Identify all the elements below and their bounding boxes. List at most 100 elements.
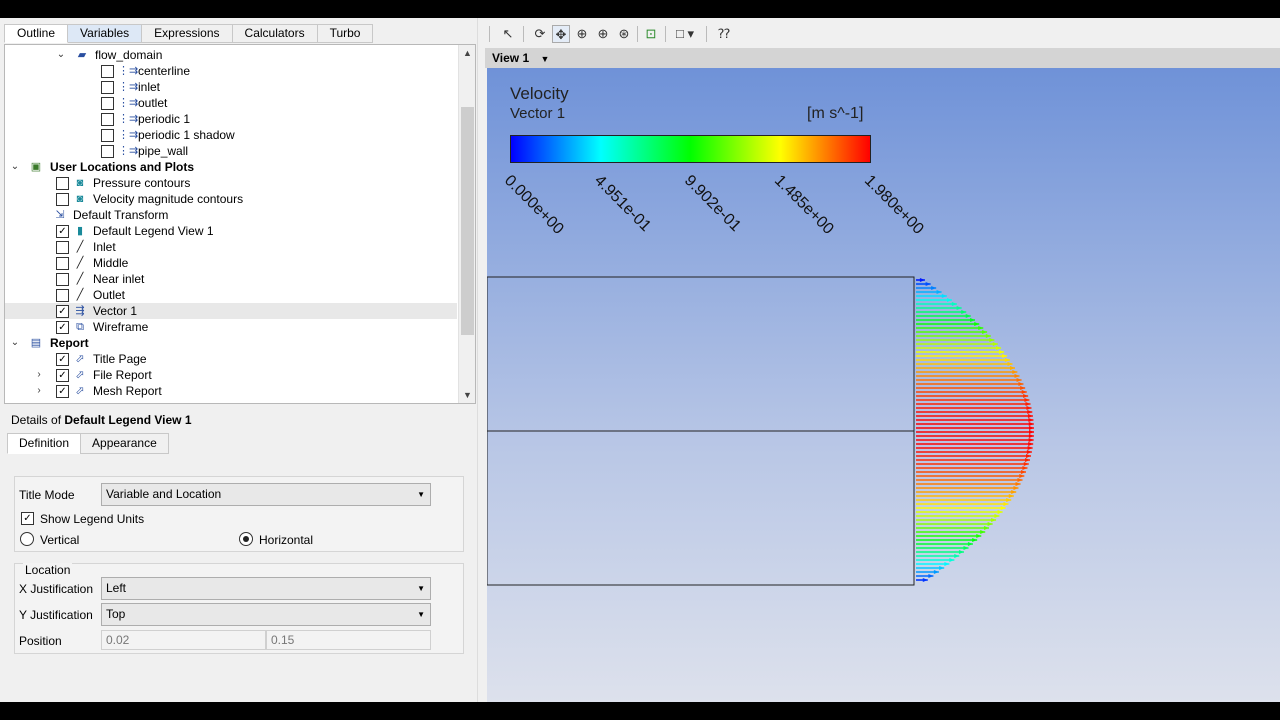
- tree-item-user-locations[interactable]: ⌄ ▣ User Locations and Plots: [5, 159, 457, 175]
- zoom-icon[interactable]: ⊕: [573, 25, 591, 43]
- collapse-icon[interactable]: ⌄: [9, 159, 21, 175]
- visibility-checkbox[interactable]: [101, 65, 114, 78]
- velocity-vector-head: [989, 338, 995, 342]
- tree-item-outlet-line[interactable]: ╱ Outlet: [5, 287, 457, 303]
- tab-definition[interactable]: Definition: [7, 433, 82, 454]
- visibility-checkbox[interactable]: [56, 241, 69, 254]
- tree-item-inlet[interactable]: ⋮⇉ inlet: [5, 79, 457, 95]
- x-justification-label: X Justification: [19, 582, 94, 596]
- collapse-icon[interactable]: ⌄: [55, 47, 67, 63]
- x-justification-select[interactable]: Left ▼: [101, 577, 431, 600]
- tree-scrollbar[interactable]: ▲ ▼: [458, 45, 475, 403]
- tree-item-pressure-contours[interactable]: ◙ Pressure contours: [5, 175, 457, 191]
- visibility-checkbox[interactable]: [56, 177, 69, 190]
- tab-variables[interactable]: Variables: [68, 24, 143, 43]
- tab-turbo[interactable]: Turbo: [317, 24, 374, 43]
- velocity-vector-head: [963, 546, 969, 550]
- scroll-down-icon[interactable]: ▼: [459, 387, 475, 403]
- panel-splitter[interactable]: [477, 18, 485, 702]
- tree-item-inlet-line[interactable]: ╱ Inlet: [5, 239, 457, 255]
- visibility-checkbox[interactable]: ✓: [56, 369, 69, 382]
- velocity-vector-head: [925, 282, 931, 286]
- velocity-vector-head: [954, 554, 960, 558]
- chevron-down-icon[interactable]: ▼: [540, 54, 549, 64]
- rotate-icon[interactable]: ⟳: [531, 25, 549, 43]
- chevron-down-icon: ▼: [417, 610, 425, 619]
- velocity-vector-head: [978, 326, 984, 330]
- velocity-vector-head: [1023, 394, 1029, 398]
- visibility-checkbox[interactable]: [101, 129, 114, 142]
- tree-item-report[interactable]: ⌄ ▤ Report: [5, 335, 457, 351]
- line-icon: ╱: [76, 289, 84, 301]
- probe-icon[interactable]: ⁇: [715, 25, 733, 43]
- show-units-checkbox[interactable]: ✓: [21, 512, 34, 525]
- collapse-icon[interactable]: ⌄: [9, 335, 21, 351]
- velocity-vector-head: [1013, 486, 1019, 490]
- tree-item-periodic-1[interactable]: ⋮⇉ periodic 1: [5, 111, 457, 127]
- tree-item-file-report[interactable]: › ✓ ⬀ File Report: [5, 367, 457, 383]
- folder-icon: ▣: [30, 161, 42, 173]
- vertical-radio[interactable]: [20, 532, 34, 546]
- tree-item-flow-domain[interactable]: ⌄ ▰ flow_domain: [5, 47, 457, 63]
- outline-tree: ⌄ ▰ flow_domain ⋮⇉ centerline ⋮⇉ inlet ⋮…: [4, 44, 476, 404]
- visibility-checkbox[interactable]: ✓: [56, 321, 69, 334]
- velocity-vector-head: [922, 578, 928, 582]
- select-pointer-icon[interactable]: ↖: [499, 25, 517, 43]
- velocity-vector-head: [1028, 442, 1034, 446]
- visibility-checkbox[interactable]: [101, 113, 114, 126]
- tree-item-near-inlet[interactable]: ╱ Near inlet: [5, 271, 457, 287]
- zoom-box-icon[interactable]: ⊕: [594, 25, 612, 43]
- title-mode-select[interactable]: Variable and Location ▼: [101, 483, 431, 506]
- visibility-checkbox[interactable]: [56, 257, 69, 270]
- tree-item-wireframe[interactable]: ✓ ⧉ Wireframe: [5, 319, 457, 335]
- expand-icon[interactable]: ›: [33, 383, 45, 399]
- tab-outline[interactable]: Outline: [4, 24, 69, 43]
- velocity-vector-head: [1024, 398, 1030, 402]
- tree-item-label: centerline: [138, 64, 191, 78]
- view-name[interactable]: View 1: [492, 51, 529, 65]
- velocity-vector-head: [1028, 438, 1034, 442]
- tree-item-middle[interactable]: ╱ Middle: [5, 255, 457, 271]
- tree-item-periodic-1-shadow[interactable]: ⋮⇉ periodic 1 shadow: [5, 127, 457, 143]
- scroll-up-icon[interactable]: ▲: [459, 45, 475, 61]
- tree-item-centerline[interactable]: ⋮⇉ centerline: [5, 63, 457, 79]
- zoom-fit-icon[interactable]: ⊛: [615, 25, 633, 43]
- legend-icon: ▮: [76, 225, 84, 237]
- tree-item-pipe-wall[interactable]: ⋮⇉ pipe_wall: [5, 143, 457, 159]
- tab-appearance[interactable]: Appearance: [80, 433, 169, 454]
- horizontal-radio[interactable]: [239, 532, 253, 546]
- visibility-checkbox[interactable]: [101, 81, 114, 94]
- visibility-checkbox[interactable]: [101, 145, 114, 158]
- velocity-vector-head: [1002, 354, 1008, 358]
- tree-item-mesh-report[interactable]: › ✓ ⬀ Mesh Report: [5, 383, 457, 399]
- title-mode-label: Title Mode: [19, 488, 75, 502]
- visibility-checkbox[interactable]: ✓: [56, 353, 69, 366]
- boundary-icon: ⋮⇉: [118, 129, 139, 141]
- position-x-input[interactable]: 0.02: [101, 630, 266, 650]
- visibility-checkbox[interactable]: ✓: [56, 385, 69, 398]
- tree-item-default-transform[interactable]: ⇲ Default Transform: [5, 207, 457, 223]
- pan-icon[interactable]: ✥: [552, 25, 570, 43]
- position-y-input[interactable]: 0.15: [266, 630, 431, 650]
- tab-calculators[interactable]: Calculators: [232, 24, 318, 43]
- visibility-checkbox[interactable]: [56, 193, 69, 206]
- scrollbar-thumb[interactable]: [461, 107, 474, 335]
- visibility-checkbox[interactable]: [56, 273, 69, 286]
- visibility-checkbox[interactable]: ✓: [56, 305, 69, 318]
- tree-item-title-page[interactable]: ✓ ⬀ Title Page: [5, 351, 457, 367]
- viewport-layout-icon[interactable]: □ ▾: [671, 25, 699, 43]
- tree-item-default-legend[interactable]: ✓ ▮ Default Legend View 1: [5, 223, 457, 239]
- 3d-viewport[interactable]: Velocity Vector 1 [m s^-1] 0.000e+00 4.9…: [487, 68, 1280, 702]
- velocity-vector-head: [970, 318, 976, 322]
- tab-expressions[interactable]: Expressions: [142, 24, 233, 43]
- location-group: Location X Justification Left ▼ Y Justif…: [14, 563, 464, 654]
- tree-item-vector-1[interactable]: ✓ ⇶ Vector 1: [5, 303, 457, 319]
- tree-item-outlet[interactable]: ⋮⇉ outlet: [5, 95, 457, 111]
- visibility-checkbox[interactable]: [56, 289, 69, 302]
- expand-icon[interactable]: ›: [33, 367, 45, 383]
- visibility-checkbox[interactable]: ✓: [56, 225, 69, 238]
- tree-item-velocity-contours[interactable]: ◙ Velocity magnitude contours: [5, 191, 457, 207]
- visibility-checkbox[interactable]: [101, 97, 114, 110]
- y-justification-select[interactable]: Top ▼: [101, 603, 431, 626]
- fit-view-icon[interactable]: ⊡: [642, 25, 660, 43]
